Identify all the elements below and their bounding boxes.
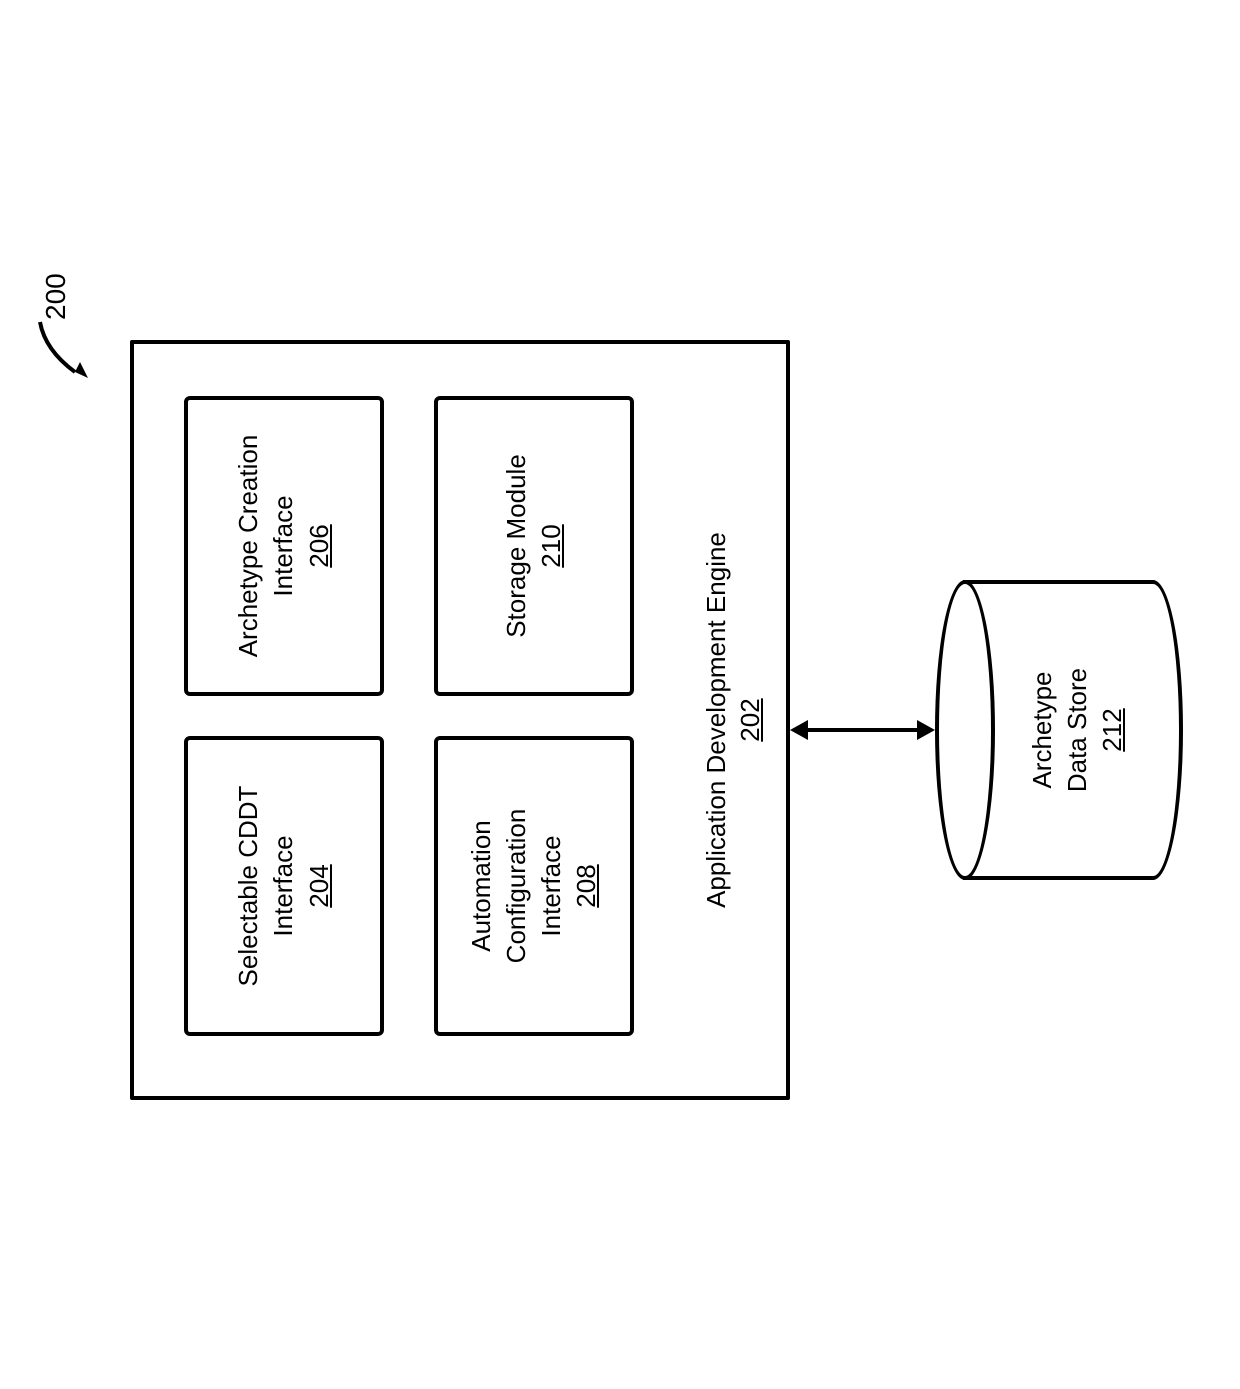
module-label: Selectable CDDT Interface 204: [231, 786, 336, 987]
module-label: Storage Module 210: [499, 454, 569, 638]
bidirectional-arrow-icon: [790, 720, 935, 740]
automation-configuration-interface-box: Automation Configuration Interface 208: [434, 736, 634, 1036]
module-label: Automation Configuration Interface 208: [464, 809, 604, 964]
archetype-creation-interface-box: Archetype Creation Interface 206: [184, 396, 384, 696]
diagram-canvas: 200 Selectable CDDT Interface 204 Archet…: [0, 0, 1240, 1240]
selectable-cddt-interface-box: Selectable CDDT Interface 204: [184, 736, 384, 1036]
system-reference-number: 200: [40, 273, 72, 320]
storage-module-box: Storage Module 210: [434, 396, 634, 696]
application-development-engine-box: Selectable CDDT Interface 204 Archetype …: [130, 340, 790, 1100]
datastore-label: Archetype Data Store 212: [1025, 580, 1130, 880]
leader-line-icon: [30, 320, 90, 380]
module-label: Archetype Creation Interface 206: [231, 435, 336, 658]
engine-label: Application Development Engine 202: [700, 344, 768, 1096]
archetype-data-store-cylinder: Archetype Data Store 212: [935, 580, 1185, 880]
